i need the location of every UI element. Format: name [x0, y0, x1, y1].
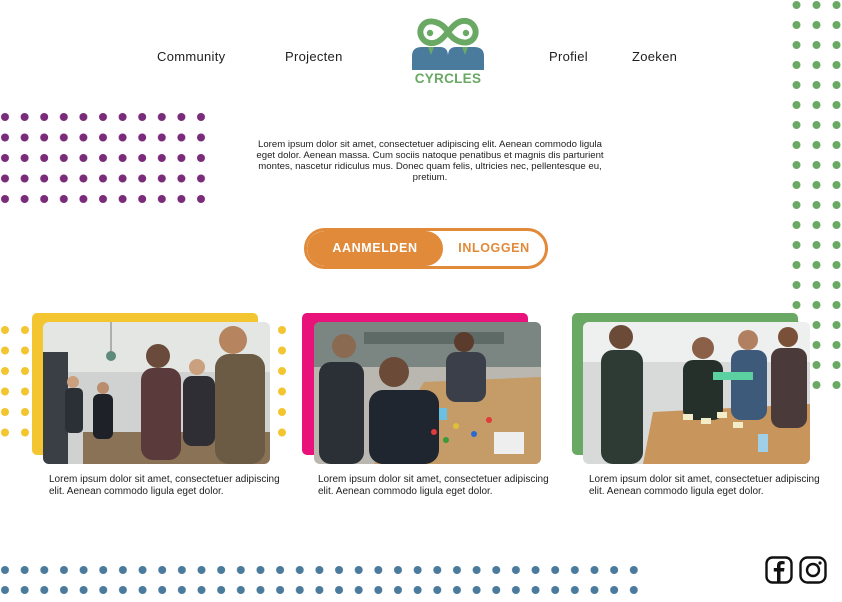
login-button[interactable]: INLOGGEN — [443, 231, 545, 266]
facebook-icon[interactable] — [765, 556, 793, 584]
instagram-icon[interactable] — [799, 556, 827, 584]
nav-community[interactable]: Community — [157, 49, 225, 64]
cyrcles-logo[interactable]: CYRCLES — [410, 16, 486, 88]
nav-search[interactable]: Zoeken — [632, 49, 677, 64]
nav-projects[interactable]: Projecten — [285, 49, 343, 64]
project-photo-1[interactable] — [43, 322, 270, 464]
yellow-dot-grid-left — [0, 322, 34, 442]
card-caption-2: Lorem ipsum dolor sit amet, consectetuer… — [318, 474, 549, 497]
logo-wordmark: CYRCLES — [414, 71, 482, 86]
project-photo-3[interactable] — [583, 322, 810, 464]
project-photo-2[interactable] — [314, 322, 541, 464]
nav-profile[interactable]: Profiel — [549, 49, 588, 64]
signup-button[interactable]: AANMELDEN — [307, 231, 443, 266]
purple-dot-grid — [0, 112, 212, 208]
yellow-dot-column-right — [276, 322, 290, 442]
auth-toggle: AANMELDEN INLOGGEN — [304, 228, 548, 269]
card-caption-3: Lorem ipsum dolor sit amet, consectetuer… — [589, 474, 820, 497]
card-caption-1: Lorem ipsum dolor sit amet, consectetuer… — [49, 474, 280, 497]
blue-dot-grid — [0, 562, 648, 602]
intro-text: Lorem ipsum dolor sit amet, consectetuer… — [256, 138, 604, 183]
